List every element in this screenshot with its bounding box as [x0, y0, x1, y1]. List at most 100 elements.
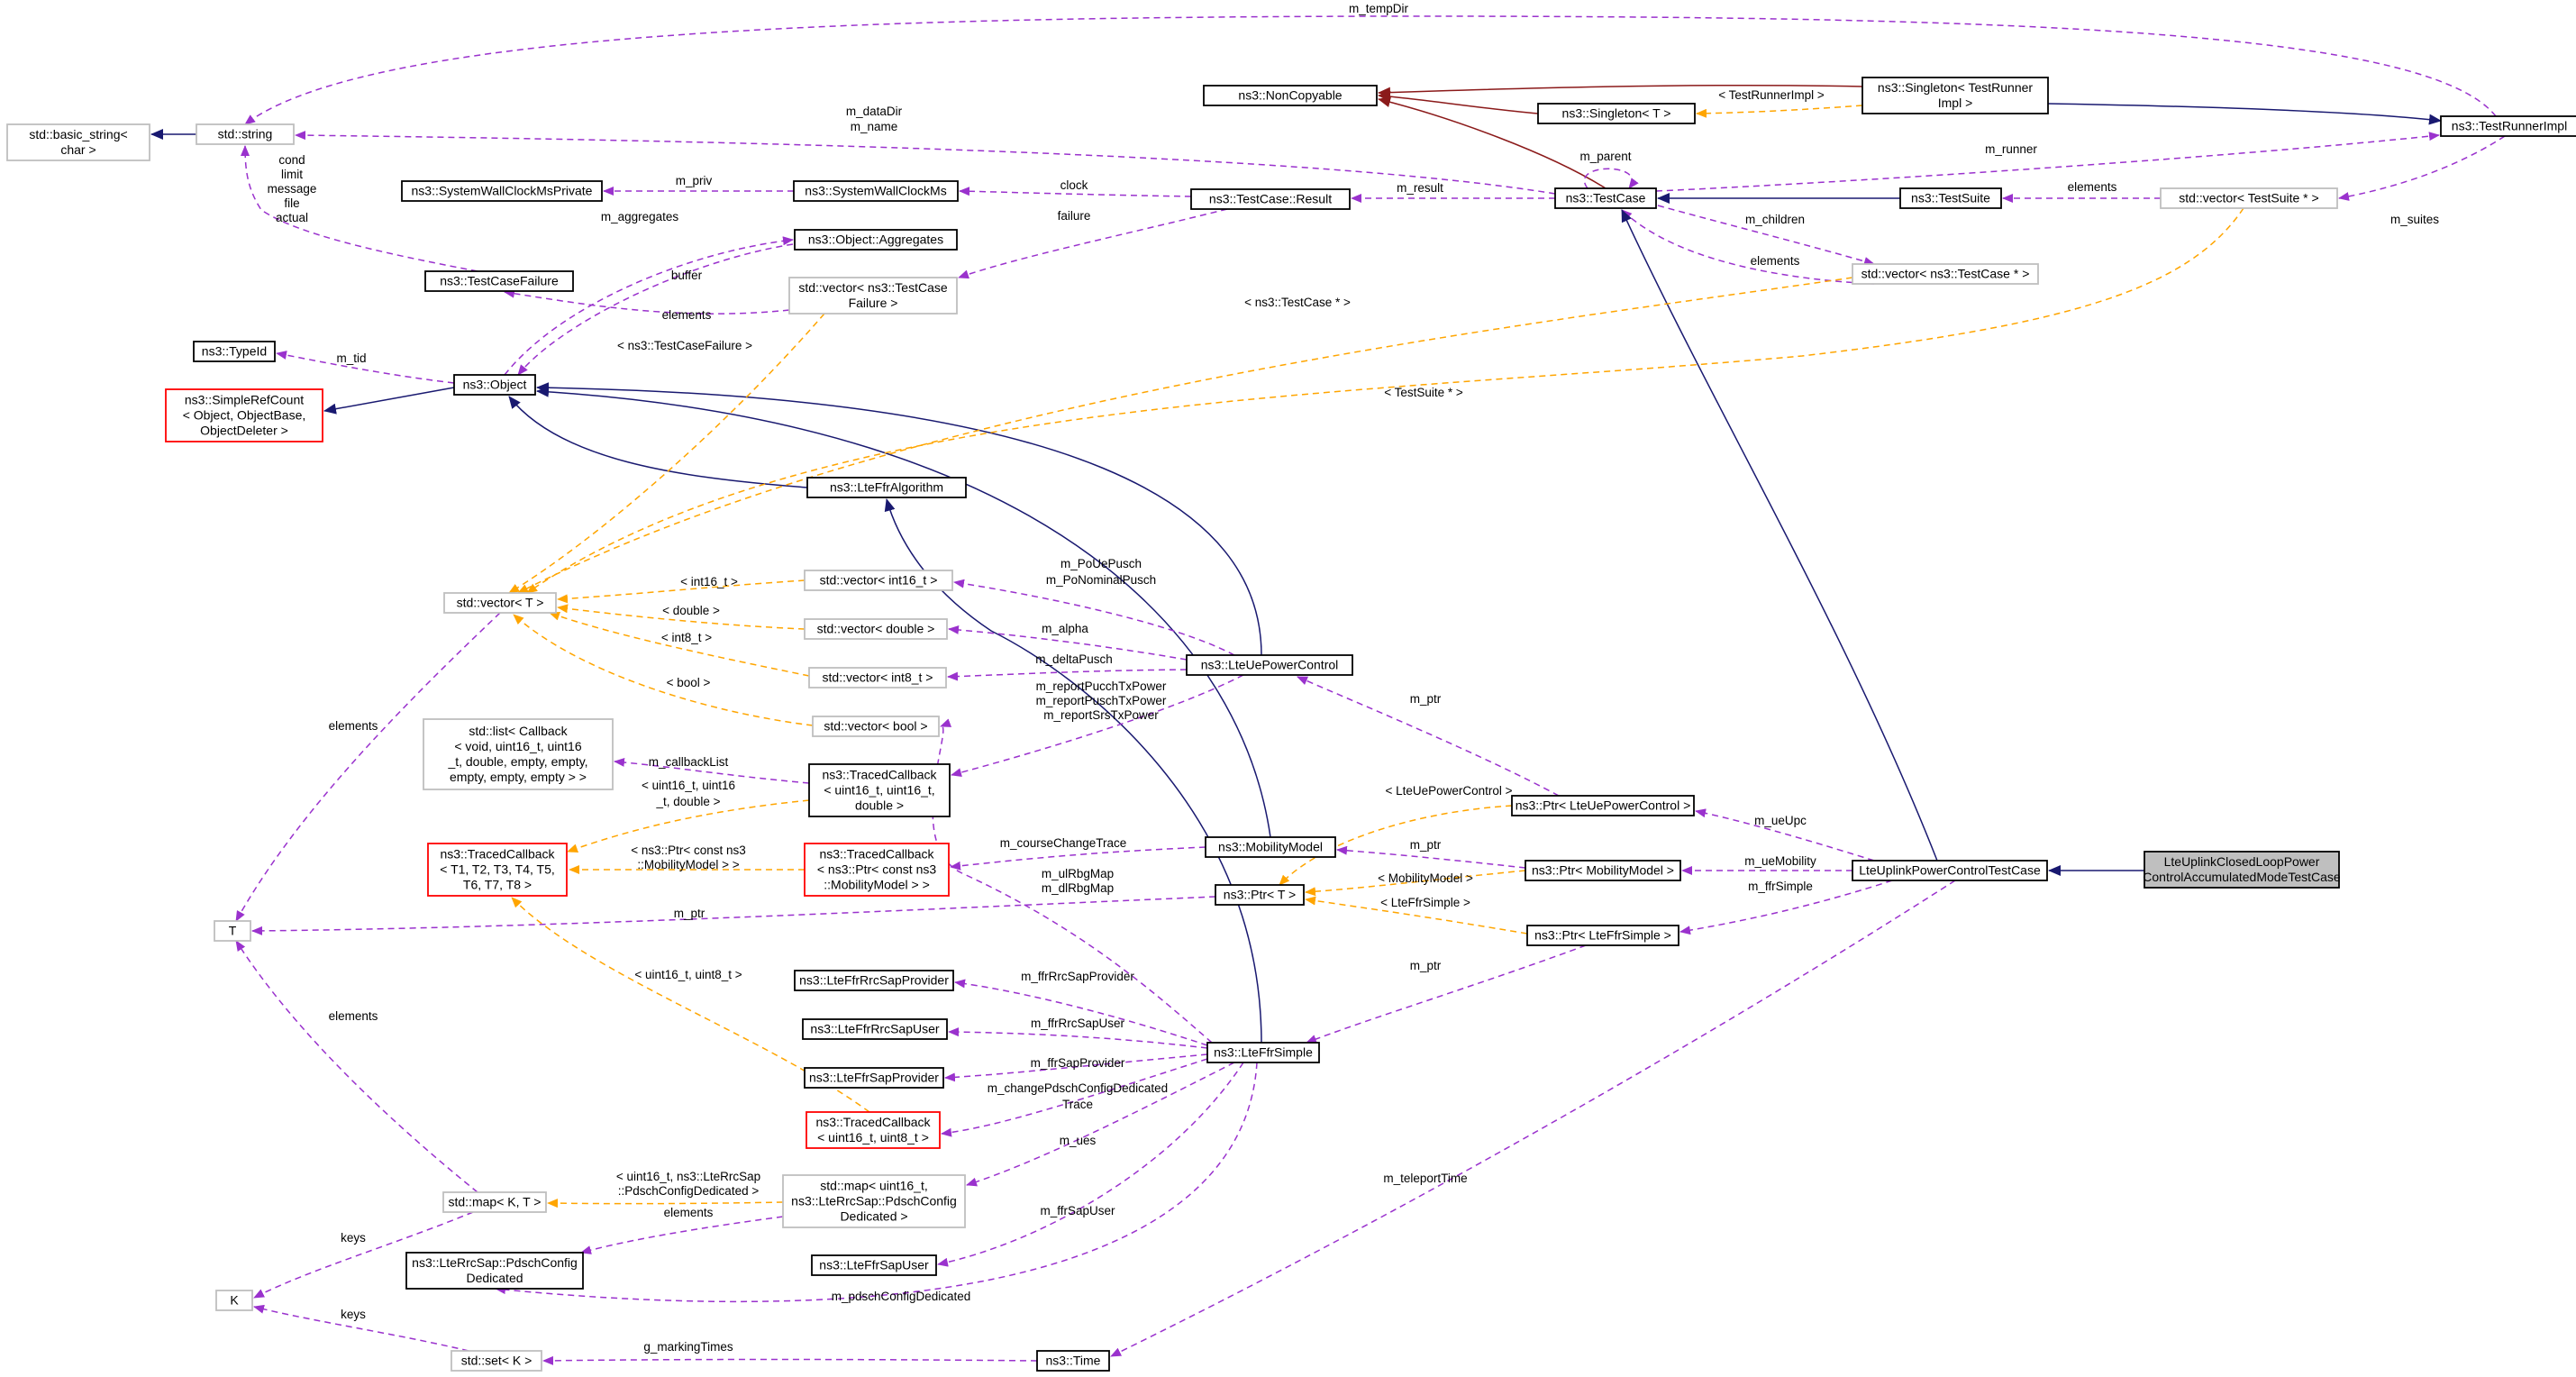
edge-label: m_result: [1397, 181, 1443, 195]
class-node-map-kt[interactable]: std::map< K, T >: [442, 1191, 547, 1213]
class-node-tc-u16u8[interactable]: ns3::TracedCallback< uint16_t, uint8_t >: [806, 1111, 941, 1149]
class-label: ns3::TestRunnerImpl: [2452, 119, 2567, 133]
edge-nc-singleton-t: [1378, 91, 1539, 114]
class-node-typeid[interactable]: ns3::TypeId: [193, 341, 276, 362]
class-node-ptr-mobility[interactable]: ns3::Ptr< MobilityModel >: [1525, 860, 1681, 881]
edge-line: [251, 896, 1216, 935]
class-node-singleton-t[interactable]: ns3::Singleton< T >: [1537, 103, 1696, 124]
edge-label: < int8_t >: [661, 631, 712, 644]
edge-label: m_suites: [2390, 213, 2439, 226]
edge-vec-fail-elems: elements: [504, 288, 790, 322]
class-label: ns3::LteFfrRrcSapProvider: [799, 973, 949, 988]
class-node-list-callback[interactable]: std::list< Callback< void, uint16_t, uin…: [423, 718, 614, 790]
class-node-vec-int8[interactable]: std::vector< int8_t >: [808, 667, 947, 688]
edge-tmpl-double: < double >: [557, 604, 806, 630]
edge-label: < ns3::TestCase * >: [1244, 296, 1351, 309]
class-node-singleton-tri[interactable]: ns3::Singleton< TestRunnerImpl >: [1861, 77, 2049, 114]
edge-label: m_dlRbgMap: [1042, 881, 1114, 895]
class-node-vec-t[interactable]: std::vector< T >: [443, 592, 557, 614]
edge-uplinktc-tc: [1621, 209, 1938, 862]
class-node-aggregates[interactable]: ns3::Object::Aggregates: [794, 229, 958, 251]
edge-label: Trace: [1062, 1098, 1093, 1111]
edge-label: m_name: [851, 120, 898, 133]
edge-label: elements: [662, 308, 712, 322]
class-node-vec-int16[interactable]: std::vector< int16_t >: [804, 570, 953, 591]
edge-label: keys: [341, 1308, 366, 1321]
class-node-ffrrrcsapprov[interactable]: ns3::LteFfrRrcSapProvider: [794, 970, 954, 991]
class-node-basic-string[interactable]: std::basic_string<char >: [6, 123, 150, 161]
edge-clock: clock: [959, 178, 1192, 197]
edge-label: < TestRunnerImpl >: [1718, 88, 1825, 102]
class-node-tcfailure[interactable]: ns3::TestCaseFailure: [424, 270, 574, 292]
class-label: < uint16_t, uint8_t >: [817, 1130, 929, 1144]
class-label: std::vector< ns3::TestCase: [798, 280, 948, 295]
class-node-time[interactable]: ns3::Time: [1036, 1350, 1110, 1372]
class-node-syswall[interactable]: ns3::SystemWallClockMs: [793, 180, 959, 202]
class-node-lteuepc[interactable]: ns3::LteUePowerControl: [1186, 654, 1353, 676]
class-node-vec-double[interactable]: std::vector< double >: [804, 618, 948, 640]
class-label: < void, uint16_t, uint16: [454, 739, 581, 753]
edge-tmpl-int8: < int8_t >: [549, 611, 810, 677]
edge-line: [950, 846, 1206, 871]
class-node-lteffralgo[interactable]: ns3::LteFfrAlgorithm: [806, 477, 967, 498]
edge-singleton-runner: [2047, 103, 2442, 125]
class-node-pdschcfg[interactable]: ns3::LteRrcSap::PdschConfigDedicated: [405, 1252, 584, 1290]
class-node-ptr-ffrsimple[interactable]: ns3::Ptr< LteFfrSimple >: [1526, 925, 1679, 946]
class-label: < ns3::Ptr< const ns3: [817, 862, 937, 877]
class-node-ffrrrcsapuser[interactable]: ns3::LteFfrRrcSapUser: [802, 1018, 948, 1040]
class-label: double >: [855, 798, 904, 813]
class-node-vec-testcase[interactable]: std::vector< ns3::TestCase * >: [1852, 263, 2039, 285]
class-node-uplinktc[interactable]: LteUplinkPowerControlTestCase: [1852, 860, 2048, 881]
class-node-vec-testsuite[interactable]: std::vector< TestSuite * >: [2160, 187, 2338, 209]
edge-line: [536, 382, 1262, 656]
class-node-syswallpriv[interactable]: ns3::SystemWallClockMsPrivate: [401, 180, 603, 202]
class-label: Dedicated: [466, 1271, 523, 1285]
class-node-testrunnerimpl[interactable]: ns3::TestRunnerImpl: [2440, 115, 2576, 137]
class-node-object[interactable]: ns3::Object: [453, 374, 536, 396]
class-label: ns3::Ptr< LteFfrSimple >: [1534, 928, 1671, 943]
class-node-ffrsimple[interactable]: ns3::LteFfrSimple: [1206, 1042, 1320, 1063]
class-node-focus[interactable]: LteUplinkClosedLoopPowerControlAccumulat…: [2143, 851, 2341, 889]
class-node-tc-t1t8[interactable]: ns3::TracedCallback< T1, T2, T3, T4, T5,…: [427, 843, 568, 897]
class-label: ns3::SystemWallClockMs: [805, 184, 946, 198]
class-label: ObjectDeleter >: [200, 424, 288, 438]
class-label: std::set< K >: [461, 1354, 532, 1368]
class-label: ns3::LteUePowerControl: [1201, 658, 1339, 672]
class-node-ffrsapprov[interactable]: ns3::LteFfrSapProvider: [804, 1067, 944, 1089]
class-node-tcresult[interactable]: ns3::TestCase::Result: [1190, 188, 1351, 210]
edge-line: [580, 1216, 784, 1254]
class-node-simplerefcount[interactable]: ns3::SimpleRefCount< Object, ObjectBase,…: [165, 388, 323, 442]
class-node-ptr-uepc[interactable]: ns3::Ptr< LteUePowerControl >: [1511, 795, 1695, 816]
class-label: ns3::LteRrcSap::PdschConfig: [412, 1255, 578, 1270]
class-node-testcase[interactable]: ns3::TestCase: [1554, 187, 1657, 209]
edge-line: [235, 940, 478, 1193]
class-node-set-k[interactable]: std::set< K >: [451, 1350, 542, 1372]
edge-label: m_parent: [1579, 150, 1631, 163]
class-node-map-pdsch[interactable]: std::map< uint16_t,ns3::LteRrcSap::Pdsch…: [782, 1174, 966, 1228]
class-node-vec-tcfailure[interactable]: std::vector< ns3::TestCaseFailure >: [788, 277, 958, 315]
class-node-tc-u16u16d[interactable]: ns3::TracedCallback< uint16_t, uint16_t,…: [808, 763, 951, 817]
edge-line: [1306, 944, 1587, 1044]
class-node-K[interactable]: K: [215, 1290, 253, 1311]
class-label: ns3::Singleton< T >: [1562, 106, 1671, 121]
class-node-string[interactable]: std::string: [196, 123, 295, 145]
edge-label: < MobilityModel >: [1378, 871, 1473, 885]
class-node-mobility[interactable]: ns3::MobilityModel: [1205, 836, 1336, 858]
class-node-vec-bool[interactable]: std::vector< bool >: [812, 716, 940, 737]
edge-label: m_courseChangeTrace: [1000, 836, 1127, 850]
class-node-testsuite[interactable]: ns3::TestSuite: [1899, 187, 2002, 209]
class-node-noncopyable[interactable]: ns3::NonCopyable: [1203, 85, 1378, 106]
class-node-ffrsapuser[interactable]: ns3::LteFfrSapUser: [811, 1254, 937, 1276]
class-label: Dedicated >: [840, 1209, 907, 1224]
edge-label: m_ffrRrcSapUser: [1031, 1017, 1125, 1030]
class-node-tc-mobility[interactable]: ns3::TracedCallback< ns3::Ptr< const ns3…: [804, 843, 950, 897]
class-label: std::vector< double >: [817, 622, 935, 636]
edge-label: m_ffrSimple: [1748, 880, 1813, 893]
class-label: std::vector< int8_t >: [823, 670, 933, 685]
edge-line: [958, 208, 1228, 279]
class-node-ptr-t[interactable]: ns3::Ptr< T >: [1215, 884, 1305, 906]
edge-label: m_callbackList: [649, 755, 729, 769]
class-node-T[interactable]: T: [214, 920, 251, 942]
edge-line: [947, 669, 1188, 681]
edge-label: m_PoNominalPusch: [1046, 573, 1156, 587]
